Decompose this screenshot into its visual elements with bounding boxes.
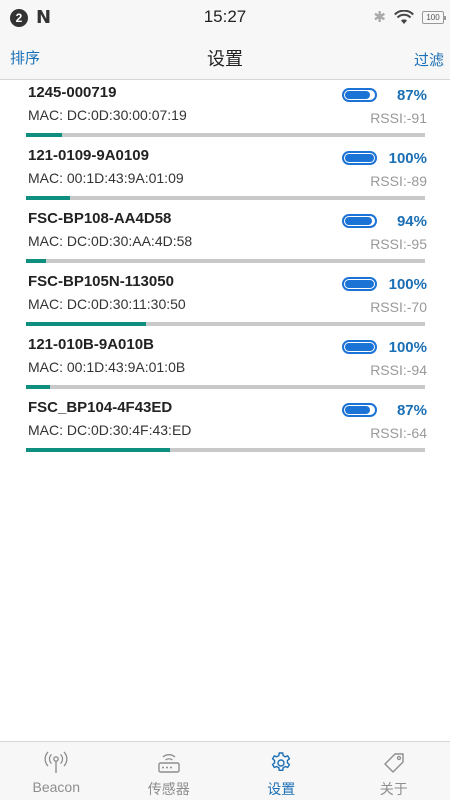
battery-fill	[345, 154, 374, 162]
device-item[interactable]: FSC_BP104-4F43ED MAC: DC:0D:30:4F:43:ED …	[22, 395, 427, 458]
device-name: 1245-000719	[28, 84, 117, 101]
battery-fill	[345, 343, 374, 351]
wifi-icon	[394, 9, 414, 24]
gear-icon	[269, 751, 293, 775]
filter-button[interactable]: 过滤	[414, 49, 444, 70]
device-mac: MAC: DC:0D:30:4F:43:ED	[28, 422, 192, 438]
device-name: FSC-BP108-AA4D58	[28, 210, 172, 227]
beacon-icon	[43, 751, 69, 775]
signal-bar	[26, 448, 425, 452]
status-right: ✱ 100	[373, 8, 446, 26]
rssi-value: RSSI:-94	[370, 362, 427, 378]
tab-settings[interactable]: 设置	[225, 742, 338, 800]
battery-icon	[342, 214, 377, 228]
status-battery-icon: 100	[422, 10, 446, 24]
device-name: 121-010B-9A010B	[28, 336, 154, 353]
sensor-icon	[156, 751, 182, 775]
device-mac: MAC: 00:1D:43:9A:01:0B	[28, 359, 186, 375]
battery-fill	[345, 406, 371, 414]
battery-icon	[342, 340, 377, 354]
rssi-value: RSSI:-64	[370, 425, 427, 441]
rssi-value: RSSI:-89	[370, 173, 427, 189]
device-name: FSC-BP105N-113050	[28, 273, 174, 290]
tab-beacon[interactable]: Beacon	[0, 742, 113, 800]
battery-icon	[342, 151, 377, 165]
tab-about[interactable]: 关于	[338, 742, 450, 800]
device-name: FSC_BP104-4F43ED	[28, 399, 173, 416]
rssi-value: RSSI:-91	[370, 110, 427, 126]
page-title: 设置	[207, 49, 243, 69]
rssi-value: RSSI:-70	[370, 299, 427, 315]
signal-bar	[26, 259, 425, 263]
battery-fill	[345, 91, 371, 99]
signal-bar	[26, 133, 425, 137]
battery-fill	[345, 280, 374, 288]
device-item[interactable]: 121-010B-9A010B MAC: 00:1D:43:9A:01:0B 1…	[22, 332, 427, 395]
device-item[interactable]: 1245-000719 MAC: DC:0D:30:00:07:19 87% R…	[22, 80, 427, 143]
signal-bar	[26, 196, 425, 200]
signal-fill	[26, 322, 146, 326]
tab-label: 传感器	[147, 781, 190, 797]
battery-percent: 87%	[396, 87, 427, 104]
signal-fill	[26, 133, 62, 137]
tab-sensor[interactable]: 传感器	[113, 742, 226, 800]
battery-percent: 94%	[396, 213, 427, 230]
device-list: 1245-000719 MAC: DC:0D:30:00:07:19 87% R…	[0, 80, 450, 458]
battery-icon	[342, 277, 377, 291]
battery-icon	[342, 88, 377, 102]
device-mac: MAC: DC:0D:30:AA:4D:58	[28, 233, 193, 249]
signal-fill	[26, 259, 46, 263]
device-mac: MAC: 00:1D:43:9A:01:09	[28, 170, 184, 186]
status-bar: 2 N 15:27 ✱ 100	[0, 0, 450, 34]
signal-bar	[26, 322, 425, 326]
bluetooth-icon: ✱	[373, 9, 386, 26]
nav-bar: 排序 设置 过滤	[0, 34, 450, 80]
device-item[interactable]: FSC-BP105N-113050 MAC: DC:0D:30:11:30:50…	[22, 269, 427, 332]
signal-bar	[26, 385, 425, 389]
battery-fill	[345, 217, 373, 225]
battery-icon	[342, 403, 377, 417]
tab-bar: Beacon 传感器 设置 关于	[0, 741, 450, 800]
rssi-value: RSSI:-95	[370, 236, 427, 252]
battery-percent: 100%	[388, 150, 427, 167]
tab-label: 设置	[267, 781, 296, 797]
device-name: 121-0109-9A0109	[28, 147, 149, 164]
device-item[interactable]: FSC-BP108-AA4D58 MAC: DC:0D:30:AA:4D:58 …	[22, 206, 427, 269]
battery-percent: 100%	[388, 276, 427, 293]
signal-fill	[26, 196, 70, 200]
device-mac: MAC: DC:0D:30:00:07:19	[28, 107, 187, 123]
tab-label: Beacon	[32, 779, 80, 795]
device-item[interactable]: 121-0109-9A0109 MAC: 00:1D:43:9A:01:09 1…	[22, 143, 427, 206]
sort-button[interactable]: 排序	[10, 47, 40, 68]
tab-label: 关于	[379, 781, 408, 797]
battery-percent: 87%	[396, 402, 427, 419]
battery-percent: 100%	[388, 339, 427, 356]
signal-fill	[26, 448, 170, 452]
device-mac: MAC: DC:0D:30:11:30:50	[28, 296, 186, 312]
tag-icon	[382, 751, 406, 775]
signal-fill	[26, 385, 50, 389]
